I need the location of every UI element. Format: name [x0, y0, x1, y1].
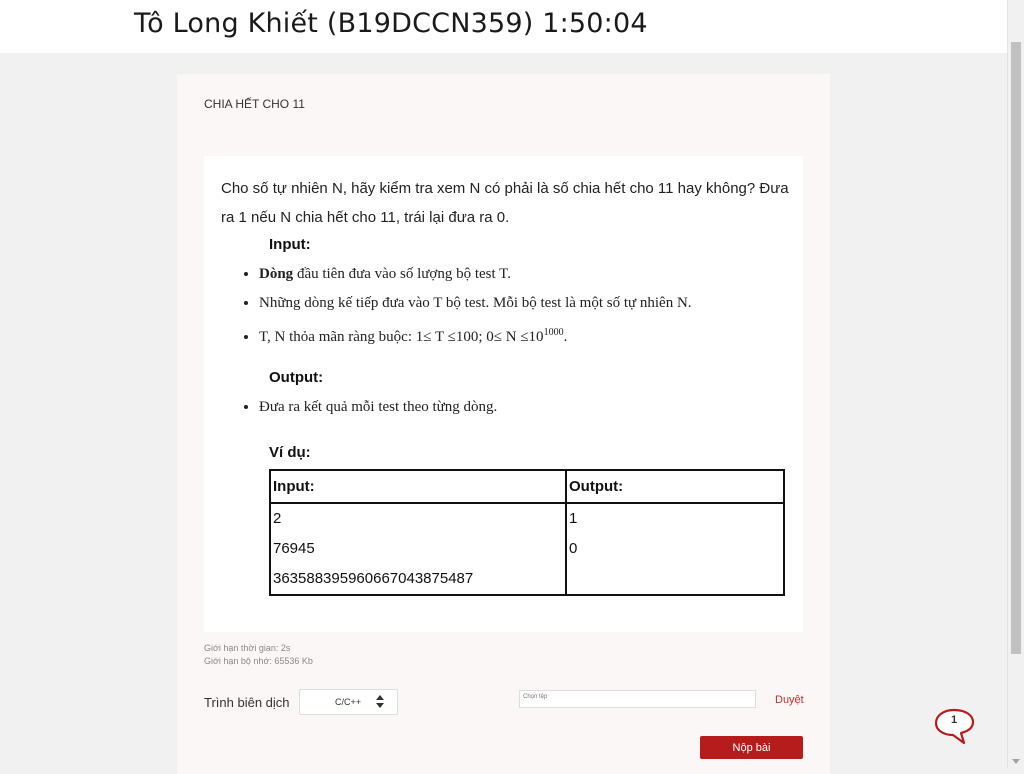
example-table-row: 2 76945 363588395960667043875487 1 0 [269, 502, 785, 596]
file-input-placeholder: Chọn tệp [523, 694, 548, 700]
example-heading: Ví dụ: [269, 444, 311, 461]
compiler-label: Trình biên dịch [204, 695, 290, 710]
problem-description: Cho số tự nhiên N, hãy kiểm tra xem N có… [221, 180, 789, 226]
limits-info: Giới hạn thời gian: 2s Giới hạn bộ nhớ: … [204, 642, 313, 668]
example-header-input: Input: [269, 469, 567, 504]
example-table-header: Input: Output: [269, 469, 785, 504]
scrollbar-thumb[interactable] [1011, 42, 1021, 654]
notification-bubble[interactable]: 1 [934, 708, 976, 746]
scroll-down-arrow-icon[interactable] [1012, 759, 1020, 764]
input-bullet-3: T, N thỏa mãn ràng buộc: 1≤ T ≤100; 0≤ N… [259, 318, 692, 352]
browse-button[interactable]: Duyệt [775, 694, 804, 706]
compiler-selected-value: C/C++ [335, 697, 362, 707]
file-input[interactable]: Chọn tệp [519, 690, 756, 708]
notification-count: 1 [950, 714, 958, 726]
example-header-output: Output: [565, 469, 785, 504]
example-output-line: 1 [569, 510, 578, 527]
vertical-scrollbar[interactable] [1007, 0, 1024, 768]
input-bullet-3-text: T, N thỏa mãn ràng buộc: 1≤ T ≤100; 0≤ N… [259, 329, 544, 345]
example-input-cell: 2 76945 363588395960667043875487 [269, 502, 567, 596]
example-output-line: 0 [569, 540, 578, 557]
select-arrows-icon [376, 695, 384, 709]
page-title: Tô Long Khiết (B19DCCN359) 1:50:04 [134, 8, 648, 39]
problem-card: CHIA HẾT CHO 11 Cho số tự nhiên N, hãy k… [177, 74, 830, 774]
input-bullet-list: Dòng đầu tiên đưa vào số lượng bộ test T… [229, 260, 692, 352]
example-input-line: 76945 [273, 540, 315, 557]
compiler-select[interactable]: C/C++ [299, 689, 398, 715]
input-bullet-2: Những dòng kế tiếp đưa vào T bộ test. Mỗ… [259, 289, 692, 318]
input-bullet-1-text: đầu tiên đưa vào số lượng bộ test T. [293, 266, 511, 282]
input-bullet-1-bold: Dòng [259, 266, 294, 282]
problem-statement: Cho số tự nhiên N, hãy kiểm tra xem N có… [204, 156, 803, 632]
example-table: Input: Output: 2 76945 36358839596066704… [269, 469, 785, 596]
example-output-cell: 1 0 [565, 502, 785, 596]
input-heading: Input: [269, 236, 311, 253]
submit-button[interactable]: Nộp bài [700, 736, 803, 759]
time-limit: Giới hạn thời gian: 2s [204, 643, 291, 653]
memory-limit: Giới hạn bộ nhớ: 65536 Kb [204, 656, 313, 666]
output-bullet-1: Đưa ra kết quả mỗi test theo từng dòng. [259, 393, 497, 422]
output-bullet-list: Đưa ra kết quả mỗi test theo từng dòng. [229, 393, 497, 422]
output-heading: Output: [269, 369, 324, 386]
input-bullet-3-end: . [563, 329, 568, 345]
input-bullet-3-exponent: 1000 [543, 327, 564, 338]
problem-title: CHIA HẾT CHO 11 [204, 97, 305, 111]
input-bullet-1: Dòng đầu tiên đưa vào số lượng bộ test T… [259, 260, 692, 289]
top-header: Tô Long Khiết (B19DCCN359) 1:50:04 [0, 0, 1007, 53]
example-input-line: 363588395960667043875487 [273, 570, 474, 587]
example-input-line: 2 [273, 510, 282, 527]
